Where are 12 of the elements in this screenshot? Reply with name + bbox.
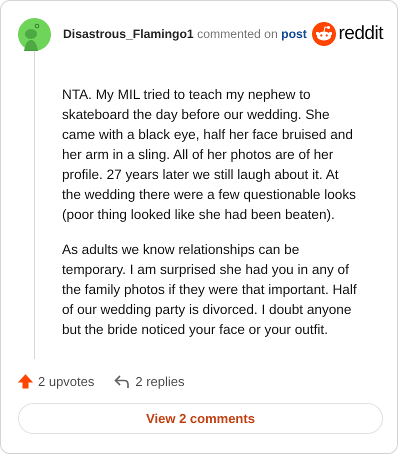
avatar-icon — [18, 18, 51, 50]
view-comments-button[interactable]: View 2 comments — [18, 403, 383, 434]
reply-count: 2 replies — [135, 374, 185, 389]
comment-paragraph: As adults we know relationships can be temporary. I am surprised she had you in any of the family photos if they were that important. Half of our wedding party is divorced. I doubt anyone but the bride noticed your face or your outfit. — [62, 241, 358, 339]
reddit-logo-icon — [312, 22, 336, 46]
upvote-icon[interactable] — [18, 374, 33, 389]
reply-icon[interactable] — [114, 374, 130, 388]
comment-paragraph: NTA. My MIL tried to teach my nephew to skateboard the day before our wedding. She came with a black eye, half her face bruised and her arm in a sling. All of her photos are of her profile. 27 years later we still laugh about it. At the wedding there were a few questionable looks (poor thing looked like she had been beaten). — [62, 86, 357, 224]
post-link[interactable]: post — [281, 27, 307, 41]
brand-name: reddit — [338, 23, 383, 45]
comment-meta: Disastrous_Flamingo1 commented on post — [63, 27, 308, 41]
upvote-count: 2 upvotes — [38, 374, 94, 389]
